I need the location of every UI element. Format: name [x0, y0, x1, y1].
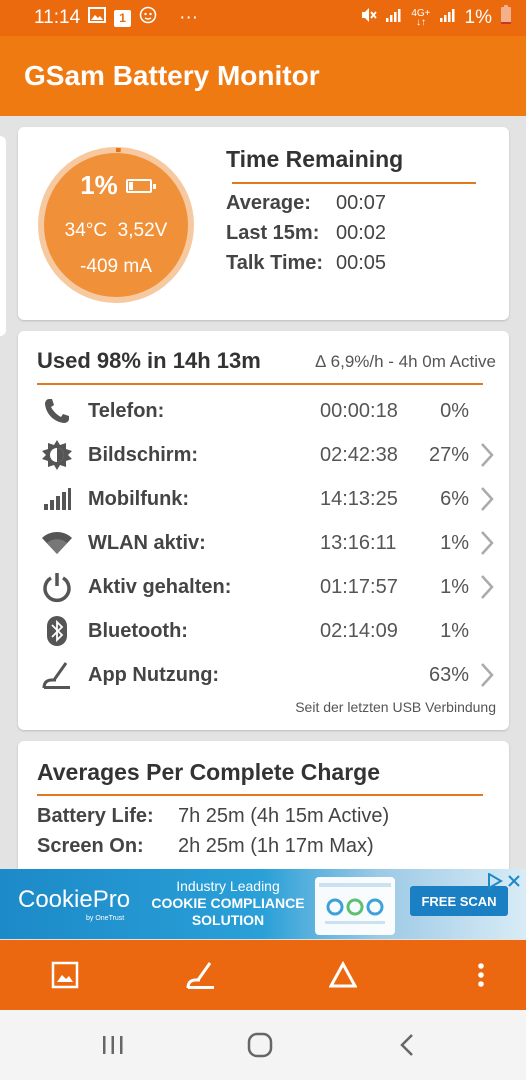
- divider: [37, 794, 483, 796]
- signal-icon: [40, 482, 74, 516]
- more-notifications-icon: ···: [179, 7, 199, 28]
- usage-row-mobilfunk[interactable]: Mobilfunk: 14:13:25 6%: [18, 479, 509, 519]
- usage-time: 02:14:09: [320, 619, 398, 642]
- chevron-right-icon[interactable]: [479, 486, 495, 512]
- usage-row-bluetooth[interactable]: Bluetooth: 02:14:09 1%: [18, 611, 509, 651]
- system-nav-bar: [0, 1010, 526, 1080]
- chevron-right-icon[interactable]: [479, 574, 495, 600]
- gauge-needle-icon: [40, 658, 74, 692]
- previous-page-card-edge[interactable]: [0, 136, 6, 336]
- status-time: 11:14: [34, 7, 81, 28]
- signal-strength-icon-2: [439, 7, 457, 29]
- status-battery-percent: 1%: [464, 7, 492, 28]
- chevron-right-icon[interactable]: [479, 442, 495, 468]
- gallery-notification-icon: [88, 7, 107, 29]
- usage-label: WLAN aktiv:: [88, 531, 206, 554]
- usage-percent: 1%: [440, 619, 469, 642]
- adchoices-icon[interactable]: [487, 873, 503, 889]
- averages-card: Averages Per Complete Charge Battery Lif…: [18, 741, 509, 881]
- gauge-current: -409 mA: [80, 256, 152, 277]
- back-icon[interactable]: [392, 1030, 422, 1060]
- usage-label: Bluetooth:: [88, 619, 188, 642]
- gauge-temperature: 34°C: [64, 220, 108, 241]
- battery-icon: [125, 178, 156, 193]
- divider: [37, 383, 483, 385]
- usage-row-wlan[interactable]: WLAN aktiv: 13:16:11 1%: [18, 523, 509, 563]
- usage-title: Used 98% in 14h 13m: [37, 348, 261, 373]
- battery-status-card[interactable]: 1% 34°C 3,52V -409 mA Time Remaining Ave…: [18, 127, 509, 320]
- notification-count-icon: 1: [114, 9, 132, 27]
- bottom-toolbar: [0, 940, 526, 1010]
- usage-card: Used 98% in 14h 13m ∆ 6,9%/h - 4h 0m Act…: [18, 331, 509, 730]
- delta-icon[interactable]: [325, 957, 361, 993]
- usage-since-note: Seit der letzten USB Verbindung: [295, 699, 496, 715]
- chevron-right-icon[interactable]: [479, 530, 495, 556]
- usage-percent: 6%: [440, 487, 469, 510]
- usage-row-aktiv-gehalten[interactable]: Aktiv gehalten: 01:17:57 1%: [18, 567, 509, 607]
- phone-icon: [40, 394, 74, 428]
- image-icon[interactable]: [47, 957, 83, 993]
- time-remaining-title: Time Remaining: [226, 146, 404, 172]
- usage-time: 00:00:18: [320, 399, 398, 422]
- recent-apps-icon[interactable]: [98, 1030, 128, 1060]
- usage-time: 14:13:25: [320, 487, 398, 510]
- divider: [232, 182, 476, 184]
- time-remaining-row-talktime: Talk Time: 00:05: [226, 252, 387, 274]
- signal-strength-icon: [385, 7, 403, 29]
- ad-banner[interactable]: CookiePro by OneTrust Industry Leading C…: [0, 869, 526, 939]
- usage-rate-subtitle: ∆ 6,9%/h - 4h 0m Active: [315, 352, 496, 371]
- gauge-percent: 1%: [80, 170, 118, 200]
- usage-time: 01:17:57: [320, 575, 398, 598]
- ad-free-scan-button[interactable]: FREE SCAN: [410, 886, 508, 916]
- usage-label: Mobilfunk:: [88, 487, 190, 510]
- averages-row-screen-on: Screen On: 2h 25m (1h 17m Max): [37, 835, 374, 857]
- usage-time: 13:16:11: [320, 531, 397, 554]
- usage-label: Telefon:: [88, 399, 165, 422]
- usage-row-bildschirm[interactable]: Bildschirm: 02:42:38 27%: [18, 435, 509, 475]
- usage-label: App Nutzung:: [88, 663, 220, 686]
- averages-title: Averages Per Complete Charge: [37, 759, 381, 785]
- time-remaining-row-average: Average: 00:07: [226, 192, 387, 214]
- usage-row-telefon[interactable]: Telefon: 00:00:18 0%: [18, 391, 509, 431]
- brightness-icon: [40, 438, 74, 472]
- chevron-right-icon[interactable]: [479, 662, 495, 688]
- usage-time: 02:42:38: [320, 443, 398, 466]
- usage-row-app-nutzung[interactable]: App Nutzung: 63%: [18, 655, 509, 695]
- status-bar: 11:14 1 ··· 4G+ ↓↑ 1%: [0, 0, 526, 36]
- ad-controls[interactable]: [483, 872, 521, 890]
- usage-label: Bildschirm:: [88, 443, 199, 466]
- home-icon[interactable]: [245, 1030, 275, 1060]
- gauge-readout: 1% 34°C 3,52V -409 mA: [35, 144, 197, 306]
- network-type-icon: 4G+ ↓↑: [411, 8, 431, 28]
- usage-percent: 0%: [440, 399, 469, 422]
- usage-label: Aktiv gehalten:: [88, 575, 232, 598]
- bluetooth-icon: [40, 614, 74, 648]
- ad-logo: CookiePro: [18, 886, 131, 913]
- usage-percent: 1%: [440, 575, 469, 598]
- ad-product-image: [315, 877, 395, 935]
- app-bar: GSam Battery Monitor: [0, 36, 526, 116]
- usage-percent: 27%: [428, 443, 469, 466]
- time-remaining-row-last15m: Last 15m: 00:02: [226, 222, 387, 244]
- cat-notification-icon: [139, 6, 157, 30]
- mute-icon: [359, 6, 378, 30]
- gauge-needle-icon[interactable]: [183, 957, 219, 993]
- usage-percent: 63%: [428, 663, 469, 686]
- overflow-menu-icon[interactable]: [463, 957, 499, 993]
- gauge-voltage: 3,52V: [117, 220, 168, 241]
- averages-row-battery-life: Battery Life: 7h 25m (4h 15m Active): [37, 805, 390, 827]
- usage-percent: 1%: [440, 531, 469, 554]
- battery-low-icon: [500, 5, 512, 31]
- ad-close-icon[interactable]: [507, 874, 521, 888]
- ad-logo-sub: by OneTrust: [86, 915, 125, 922]
- wifi-icon: [40, 526, 74, 560]
- app-title: GSam Battery Monitor: [24, 60, 320, 91]
- ad-headline: Industry Leading COOKIE COMPLIANCE SOLUT…: [151, 878, 305, 928]
- power-icon: [40, 570, 74, 604]
